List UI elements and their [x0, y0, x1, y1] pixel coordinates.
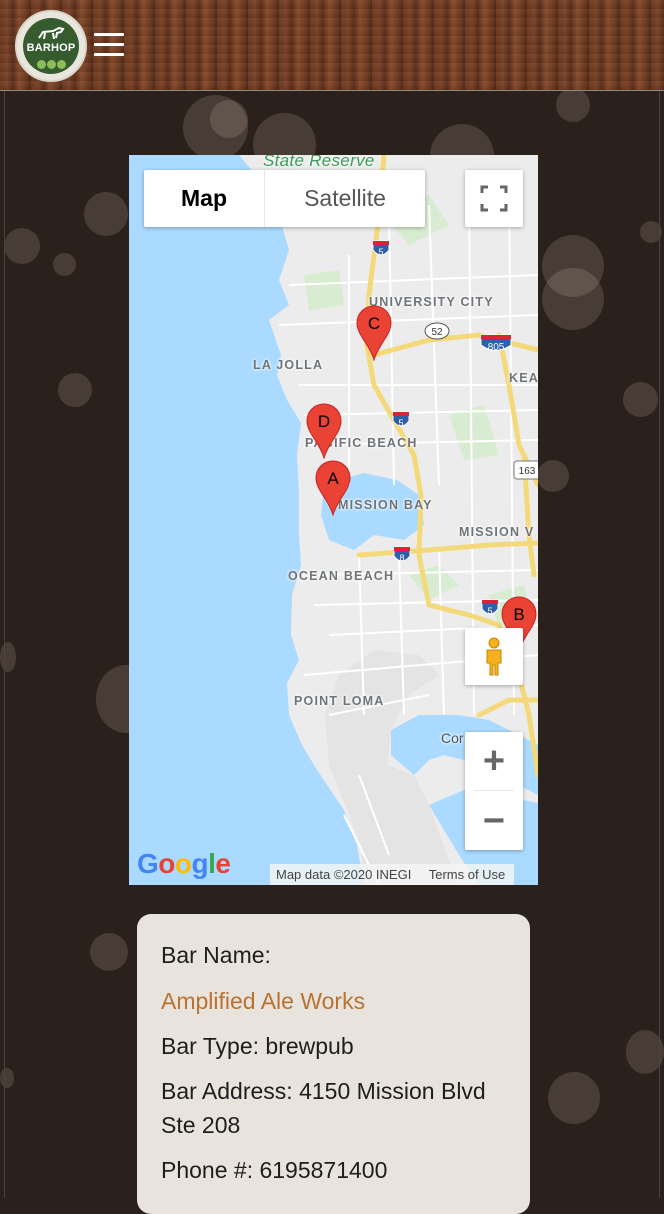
svg-text:52: 52 — [431, 327, 443, 338]
bokeh-decoration — [548, 1072, 600, 1124]
map-type-control: Map Satellite — [144, 170, 425, 227]
bokeh-decoration — [0, 1068, 14, 1088]
interstate-shield-icon: 5 — [392, 411, 410, 428]
logo-badge: BARHOP — [23, 18, 79, 74]
map-label: LA JOLLA — [253, 358, 324, 372]
hop-icon — [57, 60, 66, 69]
map-label: State Reserve — [263, 155, 375, 170]
pegman-icon — [486, 637, 502, 676]
zoom-control: + − — [465, 732, 523, 850]
bar-type: Bar Type: brewpub — [161, 1033, 354, 1059]
google-map[interactable]: State Reserve UNIVERSITY CITY LA JOLLA P… — [129, 155, 538, 885]
zoom-divider — [474, 790, 514, 791]
interstate-shield-icon: 805 — [480, 334, 512, 353]
map-label: KEA — [509, 371, 538, 385]
marker-label: A — [327, 469, 339, 488]
bokeh-decoration — [542, 268, 604, 330]
bar-name-link[interactable]: Amplified Ale Works — [161, 984, 511, 1018]
hop-icon — [47, 60, 56, 69]
map-label: MISSION V — [459, 525, 535, 539]
street-view-pegman-button[interactable] — [465, 628, 523, 685]
svg-text:5: 5 — [378, 247, 383, 257]
terms-of-use-link[interactable]: Terms of Use — [429, 867, 506, 882]
map-marker-a[interactable]: A — [315, 460, 351, 516]
svg-text:8: 8 — [399, 553, 404, 563]
horse-icon — [38, 26, 65, 40]
marker-label: B — [513, 605, 525, 624]
interstate-shield-icon: 5 — [481, 599, 499, 616]
map-label: MISSION BAY — [338, 498, 433, 512]
barhop-logo[interactable]: BARHOP — [15, 10, 87, 82]
svg-text:805: 805 — [488, 342, 505, 353]
map-label: Cor — [441, 730, 464, 746]
marker-label: D — [317, 412, 331, 431]
bokeh-decoration — [4, 228, 40, 264]
bokeh-decoration — [84, 192, 128, 236]
site-header: BARHOP — [0, 0, 664, 91]
logo-text: BARHOP — [26, 42, 76, 54]
bokeh-decoration — [537, 460, 569, 492]
bokeh-decoration — [556, 88, 590, 122]
frame-border-right — [659, 90, 660, 1198]
google-logo[interactable]: Google — [137, 848, 231, 880]
map-label: OCEAN BEACH — [288, 569, 395, 583]
map-attribution: Map data ©2020 INEGI Terms of Use — [270, 864, 515, 885]
state-route-icon: 52 — [424, 322, 450, 340]
bokeh-decoration — [210, 100, 248, 138]
marker-label: C — [367, 314, 381, 333]
interstate-shield-icon: 8 — [393, 546, 411, 563]
bokeh-decoration — [0, 642, 16, 672]
hamburger-menu-icon[interactable] — [94, 33, 124, 57]
interstate-shield-icon: 5 — [372, 240, 390, 257]
bokeh-decoration — [623, 382, 658, 417]
svg-text:163: 163 — [519, 466, 536, 477]
bar-address: Bar Address: 4150 Mission Blvd Ste 208 — [161, 1078, 486, 1138]
bokeh-decoration — [53, 253, 76, 276]
svg-text:5: 5 — [398, 418, 403, 428]
map-data-text[interactable]: Map data ©2020 INEGI — [276, 867, 411, 882]
svg-text:5: 5 — [487, 606, 492, 616]
map-marker-c[interactable]: C — [356, 305, 392, 361]
bar-name-label: Bar Name: — [161, 942, 271, 968]
frame-border-left — [4, 90, 5, 1198]
bar-info-card: Bar Name: Amplified Ale Works Bar Type: … — [137, 914, 530, 1214]
state-route-icon: 163 — [513, 460, 538, 480]
zoom-out-button[interactable]: − — [465, 792, 523, 850]
fullscreen-button[interactable] — [465, 170, 523, 227]
zoom-in-button[interactable]: + — [465, 732, 523, 790]
map-label: POINT LOMA — [294, 694, 385, 708]
map-type-satellite-button[interactable]: Satellite — [265, 170, 425, 227]
fullscreen-icon — [480, 185, 508, 212]
bokeh-decoration — [90, 933, 128, 971]
hop-icon — [37, 60, 46, 69]
map-marker-d[interactable]: D — [306, 403, 342, 459]
map-type-map-button[interactable]: Map — [144, 170, 265, 227]
bar-phone: Phone #: 6195871400 — [161, 1157, 388, 1183]
bokeh-decoration — [58, 373, 92, 407]
